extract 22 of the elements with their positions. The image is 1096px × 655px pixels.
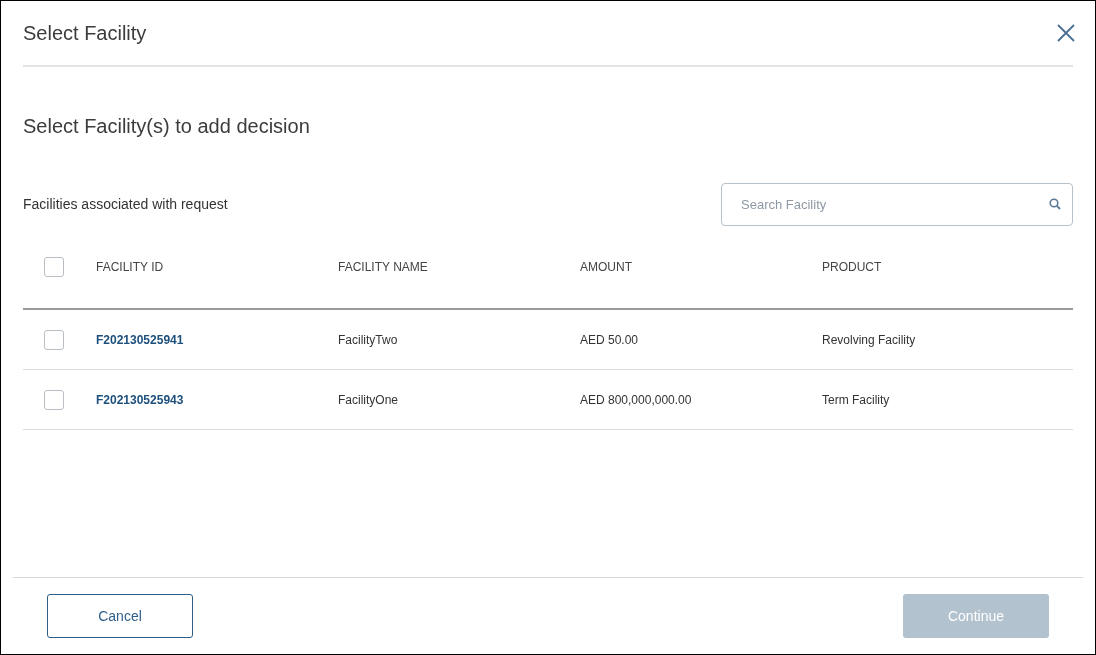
close-icon[interactable]	[1056, 23, 1076, 43]
dialog-title: Select Facility	[23, 21, 147, 46]
search-icon	[1049, 198, 1061, 210]
column-header: AMOUNT	[580, 259, 633, 276]
table-cell-text: AED 50.00	[580, 331, 639, 349]
section-heading: Select Facility(s) to add decision	[23, 114, 311, 139]
table-cell-text: FacilityOne	[338, 391, 399, 409]
checkbox[interactable]	[44, 389, 64, 410]
table-cell-text: Revolving Facility	[822, 331, 916, 349]
table-caption: Facilities associated with request	[23, 195, 228, 214]
column-header: FACILITY ID	[96, 259, 165, 276]
column-header: PRODUCT	[822, 259, 883, 276]
search-field[interactable]: Search Facility	[721, 183, 1073, 226]
facility-id-link[interactable]: F202130525943	[96, 390, 184, 409]
column-header: FACILITY NAME	[338, 259, 429, 276]
cancel-button[interactable]: Cancel	[47, 594, 193, 638]
checkbox[interactable]	[44, 329, 64, 350]
facility-id-link[interactable]: F202130525941	[96, 330, 184, 349]
checkbox[interactable]	[44, 257, 64, 277]
table-cell-text: Term Facility	[822, 391, 890, 409]
table-cell-text: FacilityTwo	[338, 331, 398, 349]
table-cell-text: AED 800,000,000.00	[580, 391, 692, 409]
